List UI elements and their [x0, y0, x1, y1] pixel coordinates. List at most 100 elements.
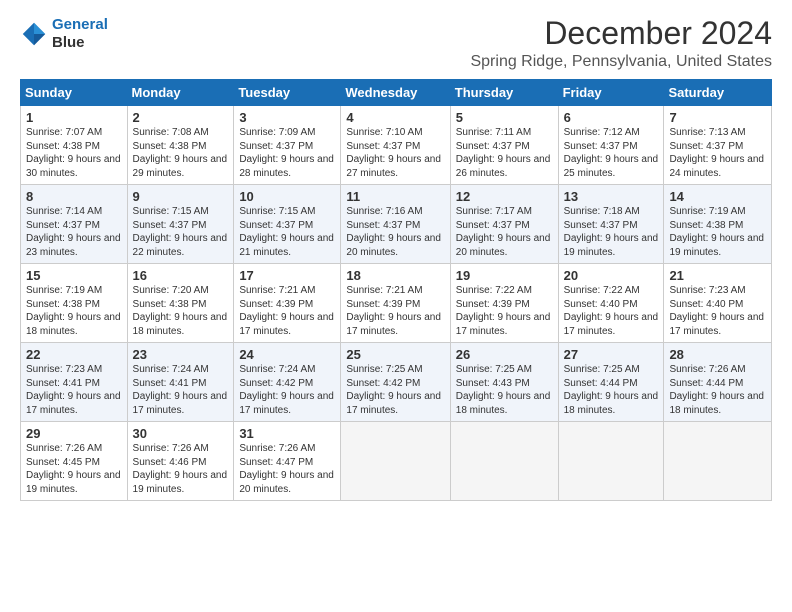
calendar-cell: 5 Sunrise: 7:11 AMSunset: 4:37 PMDayligh…	[450, 106, 558, 185]
day-info: Sunrise: 7:19 AMSunset: 4:38 PMDaylight:…	[669, 206, 764, 258]
calendar-cell: 14 Sunrise: 7:19 AMSunset: 4:38 PMDaylig…	[664, 185, 772, 264]
calendar-cell: 10 Sunrise: 7:15 AMSunset: 4:37 PMDaylig…	[234, 185, 341, 264]
day-number: 25	[346, 347, 444, 362]
day-info: Sunrise: 7:15 AMSunset: 4:37 PMDaylight:…	[239, 206, 334, 258]
day-number: 17	[239, 268, 335, 283]
calendar-week-2: 8 Sunrise: 7:14 AMSunset: 4:37 PMDayligh…	[21, 185, 772, 264]
calendar-cell: 15 Sunrise: 7:19 AMSunset: 4:38 PMDaylig…	[21, 264, 128, 343]
day-number: 26	[456, 347, 553, 362]
day-info: Sunrise: 7:24 AMSunset: 4:42 PMDaylight:…	[239, 364, 334, 416]
day-info: Sunrise: 7:14 AMSunset: 4:37 PMDaylight:…	[26, 206, 121, 258]
calendar-week-3: 15 Sunrise: 7:19 AMSunset: 4:38 PMDaylig…	[21, 264, 772, 343]
day-number: 1	[26, 110, 122, 125]
calendar-table: SundayMondayTuesdayWednesdayThursdayFrid…	[20, 79, 772, 501]
day-number: 16	[133, 268, 229, 283]
day-number: 2	[133, 110, 229, 125]
calendar-cell: 31 Sunrise: 7:26 AMSunset: 4:47 PMDaylig…	[234, 422, 341, 501]
day-number: 19	[456, 268, 553, 283]
logo-text: General Blue	[52, 16, 108, 52]
calendar-cell: 8 Sunrise: 7:14 AMSunset: 4:37 PMDayligh…	[21, 185, 128, 264]
calendar-cell: 7 Sunrise: 7:13 AMSunset: 4:37 PMDayligh…	[664, 106, 772, 185]
calendar-cell: 1 Sunrise: 7:07 AMSunset: 4:38 PMDayligh…	[21, 106, 128, 185]
day-number: 18	[346, 268, 444, 283]
day-number: 28	[669, 347, 766, 362]
day-number: 11	[346, 189, 444, 204]
day-info: Sunrise: 7:23 AMSunset: 4:40 PMDaylight:…	[669, 285, 764, 337]
header-wednesday: Wednesday	[341, 80, 450, 106]
day-info: Sunrise: 7:26 AMSunset: 4:47 PMDaylight:…	[239, 443, 334, 495]
day-info: Sunrise: 7:08 AMSunset: 4:38 PMDaylight:…	[133, 127, 228, 179]
calendar-header-row: SundayMondayTuesdayWednesdayThursdayFrid…	[21, 80, 772, 106]
day-number: 8	[26, 189, 122, 204]
subtitle: Spring Ridge, Pennsylvania, United State…	[470, 53, 772, 71]
header-sunday: Sunday	[21, 80, 128, 106]
day-number: 22	[26, 347, 122, 362]
day-info: Sunrise: 7:24 AMSunset: 4:41 PMDaylight:…	[133, 364, 228, 416]
calendar-cell: 28 Sunrise: 7:26 AMSunset: 4:44 PMDaylig…	[664, 343, 772, 422]
calendar-week-4: 22 Sunrise: 7:23 AMSunset: 4:41 PMDaylig…	[21, 343, 772, 422]
logo-line1: General	[52, 16, 108, 33]
title-block: December 2024 Spring Ridge, Pennsylvania…	[470, 16, 772, 71]
calendar-cell: 20 Sunrise: 7:22 AMSunset: 4:40 PMDaylig…	[558, 264, 664, 343]
calendar-cell	[450, 422, 558, 501]
header-thursday: Thursday	[450, 80, 558, 106]
calendar-cell: 16 Sunrise: 7:20 AMSunset: 4:38 PMDaylig…	[127, 264, 234, 343]
calendar-week-1: 1 Sunrise: 7:07 AMSunset: 4:38 PMDayligh…	[21, 106, 772, 185]
day-info: Sunrise: 7:15 AMSunset: 4:37 PMDaylight:…	[133, 206, 228, 258]
main-title: December 2024	[470, 16, 772, 51]
calendar-cell: 27 Sunrise: 7:25 AMSunset: 4:44 PMDaylig…	[558, 343, 664, 422]
calendar-cell: 30 Sunrise: 7:26 AMSunset: 4:46 PMDaylig…	[127, 422, 234, 501]
day-number: 9	[133, 189, 229, 204]
day-number: 21	[669, 268, 766, 283]
calendar-cell: 2 Sunrise: 7:08 AMSunset: 4:38 PMDayligh…	[127, 106, 234, 185]
day-info: Sunrise: 7:25 AMSunset: 4:42 PMDaylight:…	[346, 364, 441, 416]
calendar-cell: 26 Sunrise: 7:25 AMSunset: 4:43 PMDaylig…	[450, 343, 558, 422]
day-info: Sunrise: 7:21 AMSunset: 4:39 PMDaylight:…	[346, 285, 441, 337]
day-info: Sunrise: 7:13 AMSunset: 4:37 PMDaylight:…	[669, 127, 764, 179]
calendar-cell: 19 Sunrise: 7:22 AMSunset: 4:39 PMDaylig…	[450, 264, 558, 343]
day-info: Sunrise: 7:23 AMSunset: 4:41 PMDaylight:…	[26, 364, 121, 416]
header-friday: Friday	[558, 80, 664, 106]
logo-line2: Blue	[52, 34, 85, 51]
day-number: 31	[239, 426, 335, 441]
day-number: 10	[239, 189, 335, 204]
day-number: 20	[564, 268, 659, 283]
day-number: 23	[133, 347, 229, 362]
header-saturday: Saturday	[664, 80, 772, 106]
day-number: 4	[346, 110, 444, 125]
day-info: Sunrise: 7:25 AMSunset: 4:44 PMDaylight:…	[564, 364, 659, 416]
calendar-cell: 12 Sunrise: 7:17 AMSunset: 4:37 PMDaylig…	[450, 185, 558, 264]
day-info: Sunrise: 7:26 AMSunset: 4:44 PMDaylight:…	[669, 364, 764, 416]
calendar-cell: 21 Sunrise: 7:23 AMSunset: 4:40 PMDaylig…	[664, 264, 772, 343]
day-info: Sunrise: 7:07 AMSunset: 4:38 PMDaylight:…	[26, 127, 121, 179]
day-info: Sunrise: 7:19 AMSunset: 4:38 PMDaylight:…	[26, 285, 121, 337]
calendar-cell: 11 Sunrise: 7:16 AMSunset: 4:37 PMDaylig…	[341, 185, 450, 264]
day-info: Sunrise: 7:20 AMSunset: 4:38 PMDaylight:…	[133, 285, 228, 337]
calendar-cell: 3 Sunrise: 7:09 AMSunset: 4:37 PMDayligh…	[234, 106, 341, 185]
day-number: 29	[26, 426, 122, 441]
calendar-cell: 22 Sunrise: 7:23 AMSunset: 4:41 PMDaylig…	[21, 343, 128, 422]
day-number: 5	[456, 110, 553, 125]
calendar-cell	[558, 422, 664, 501]
header-tuesday: Tuesday	[234, 80, 341, 106]
day-number: 24	[239, 347, 335, 362]
logo: General Blue	[20, 16, 108, 52]
day-number: 12	[456, 189, 553, 204]
calendar-cell	[341, 422, 450, 501]
page: General Blue December 2024 Spring Ridge,…	[0, 0, 792, 612]
day-info: Sunrise: 7:26 AMSunset: 4:46 PMDaylight:…	[133, 443, 228, 495]
day-info: Sunrise: 7:22 AMSunset: 4:40 PMDaylight:…	[564, 285, 659, 337]
day-info: Sunrise: 7:21 AMSunset: 4:39 PMDaylight:…	[239, 285, 334, 337]
day-number: 30	[133, 426, 229, 441]
calendar-cell: 6 Sunrise: 7:12 AMSunset: 4:37 PMDayligh…	[558, 106, 664, 185]
calendar-cell: 23 Sunrise: 7:24 AMSunset: 4:41 PMDaylig…	[127, 343, 234, 422]
day-info: Sunrise: 7:10 AMSunset: 4:37 PMDaylight:…	[346, 127, 441, 179]
calendar-cell	[664, 422, 772, 501]
day-info: Sunrise: 7:22 AMSunset: 4:39 PMDaylight:…	[456, 285, 551, 337]
calendar-cell: 17 Sunrise: 7:21 AMSunset: 4:39 PMDaylig…	[234, 264, 341, 343]
day-number: 14	[669, 189, 766, 204]
day-number: 7	[669, 110, 766, 125]
day-info: Sunrise: 7:09 AMSunset: 4:37 PMDaylight:…	[239, 127, 334, 179]
day-info: Sunrise: 7:16 AMSunset: 4:37 PMDaylight:…	[346, 206, 441, 258]
header: General Blue December 2024 Spring Ridge,…	[20, 16, 772, 71]
